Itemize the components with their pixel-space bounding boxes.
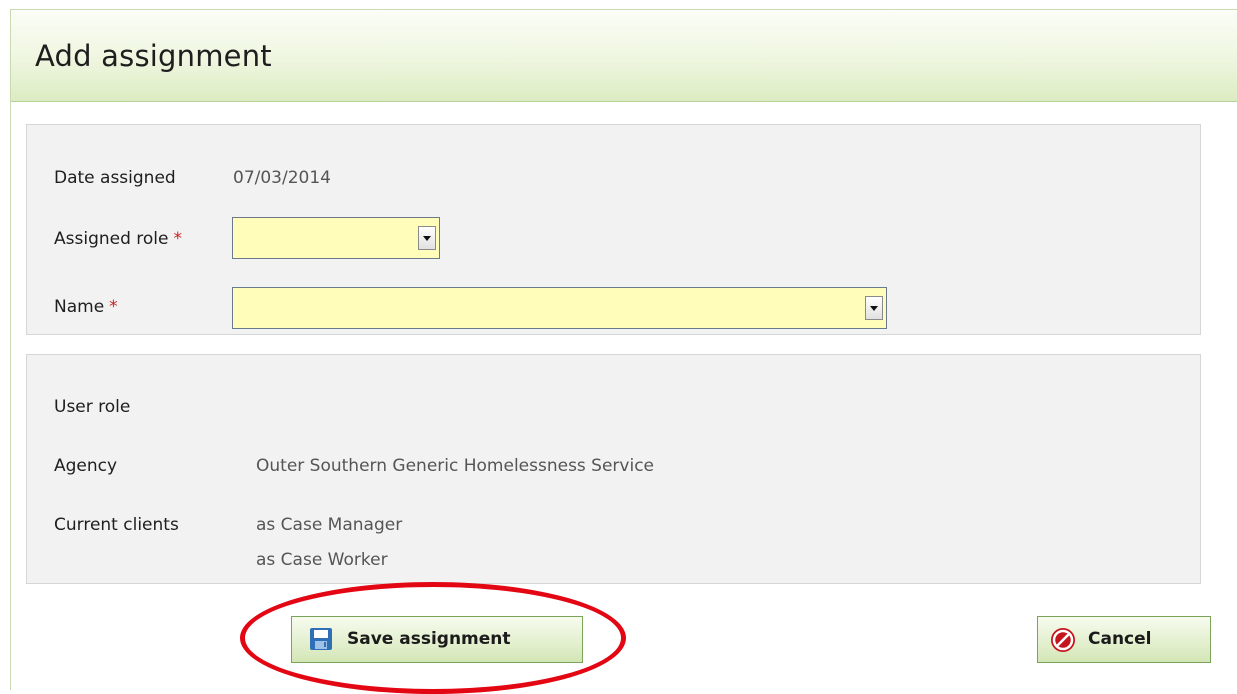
floppy-disk-icon <box>309 627 333 651</box>
cancel-label: Cancel <box>1088 629 1152 649</box>
name-select[interactable] <box>232 287 887 329</box>
no-entry-icon <box>1050 627 1076 653</box>
current-clients-item: as Case Manager <box>256 515 403 535</box>
user-role-label: User role <box>54 397 131 417</box>
save-assignment-label: Save assignment <box>347 629 511 649</box>
date-assigned-value: 07/03/2014 <box>233 168 331 188</box>
name-label: Name * <box>54 297 118 317</box>
save-assignment-button[interactable]: Save assignment <box>291 616 583 663</box>
name-label-text: Name <box>54 297 105 317</box>
date-assigned-label: Date assigned <box>54 168 176 188</box>
cancel-button[interactable]: Cancel <box>1037 616 1211 663</box>
assigned-role-label-text: Assigned role <box>54 229 169 249</box>
add-assignment-dialog: Add assignment <box>10 9 1237 690</box>
dialog-title: Add assignment <box>35 39 272 73</box>
agency-value: Outer Southern Generic Homelessness Serv… <box>256 456 655 476</box>
dialog-header: Add assignment <box>11 10 1237 102</box>
required-marker: * <box>173 229 182 249</box>
agency-label: Agency <box>54 456 118 476</box>
assigned-role-label: Assigned role * <box>54 229 182 249</box>
current-clients-label: Current clients <box>54 515 179 535</box>
assigned-role-select[interactable] <box>232 217 440 259</box>
chevron-down-icon[interactable] <box>418 226 436 250</box>
required-marker: * <box>109 297 118 317</box>
chevron-down-icon[interactable] <box>865 296 883 320</box>
current-clients-item: as Case Worker <box>256 550 388 570</box>
